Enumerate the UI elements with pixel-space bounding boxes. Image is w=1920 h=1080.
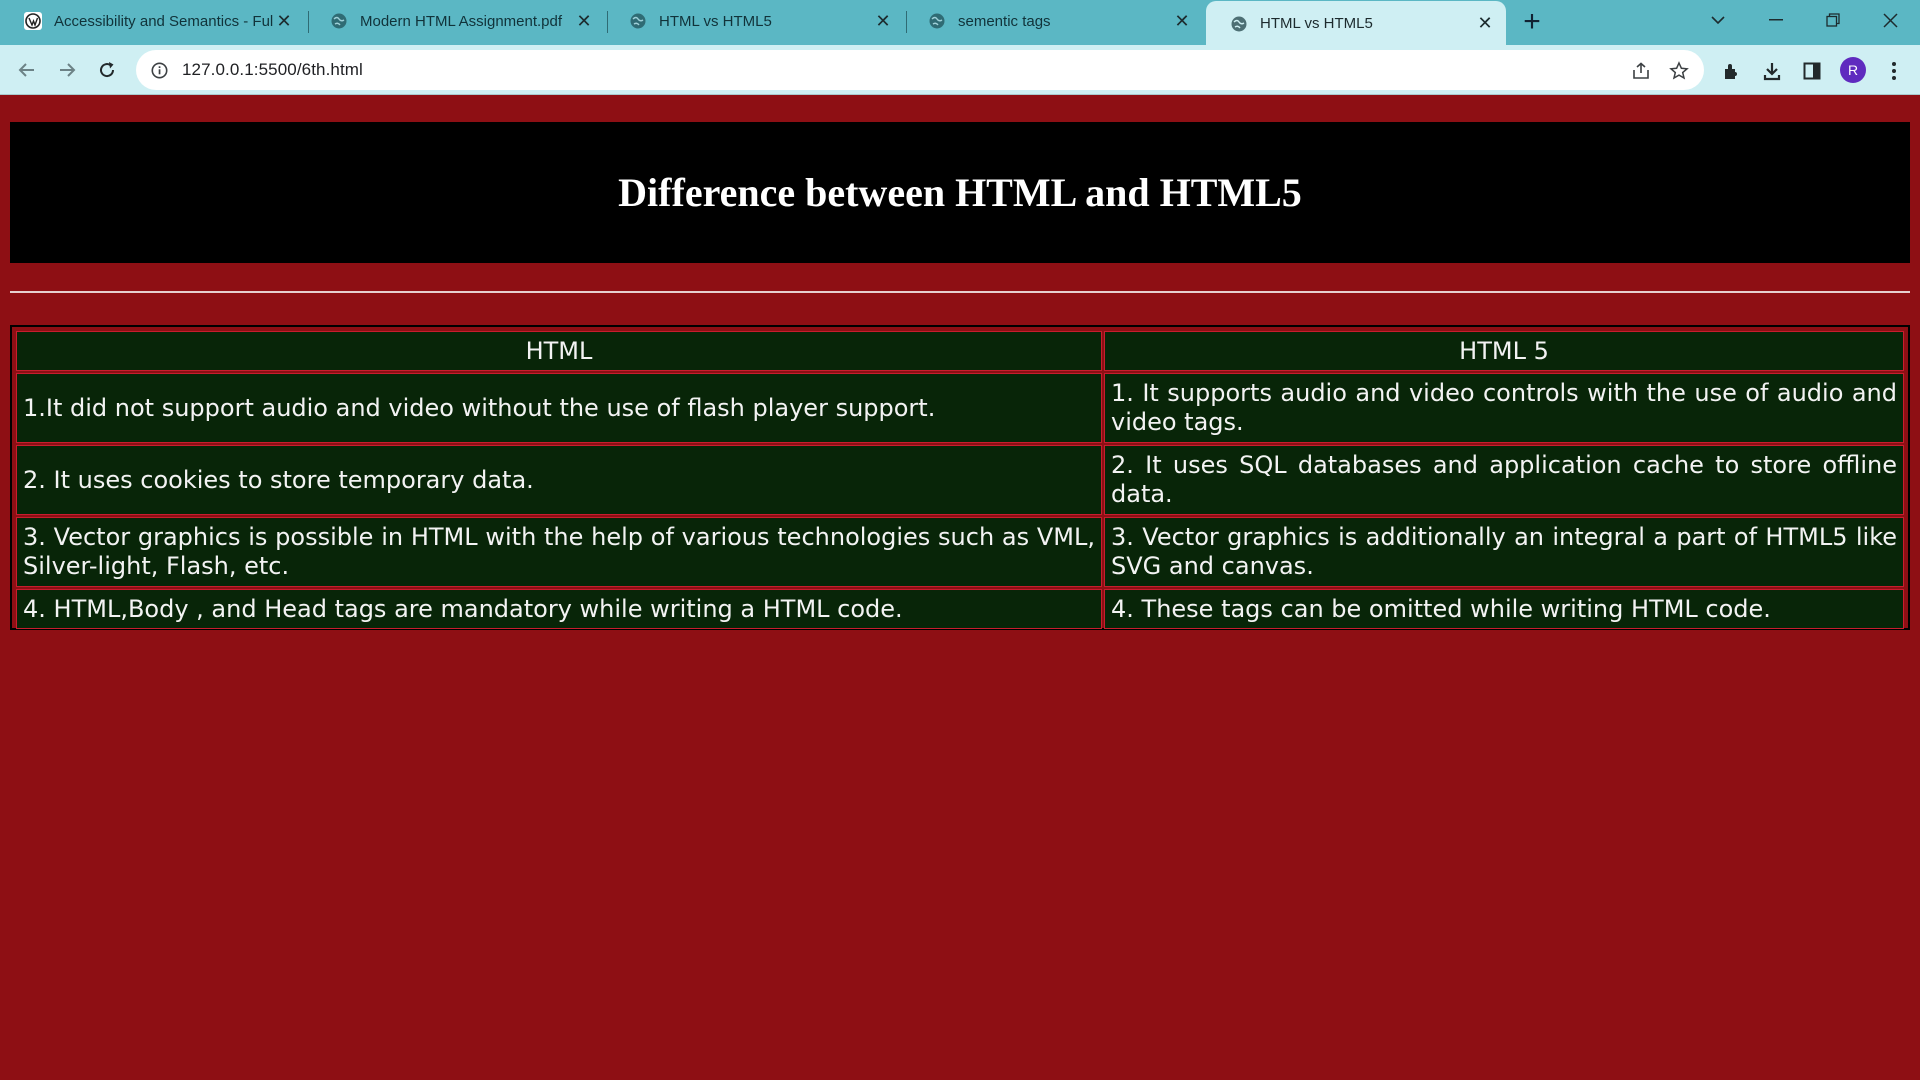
horizontal-rule bbox=[10, 291, 1910, 293]
bookmark-star-icon[interactable] bbox=[1668, 60, 1690, 82]
share-icon[interactable] bbox=[1630, 60, 1652, 82]
close-window-icon[interactable] bbox=[1862, 0, 1918, 40]
page-title: Difference between HTML and HTML5 bbox=[618, 170, 1302, 215]
tab-title: HTML vs HTML5 bbox=[659, 12, 772, 30]
tab-html-vs-html5[interactable]: HTML vs HTML5 ✕ bbox=[605, 0, 904, 42]
table-row: 1.It did not support audio and video wit… bbox=[16, 373, 1904, 443]
table-header-row: HTML HTML 5 bbox=[16, 331, 1904, 371]
table-cell-html: 2. It uses cookies to store temporary da… bbox=[16, 445, 1102, 515]
tab-sementic-tags[interactable]: sementic tags ✕ bbox=[904, 0, 1203, 42]
more-menu-icon[interactable] bbox=[1882, 59, 1906, 83]
close-tab-icon[interactable]: ✕ bbox=[273, 10, 295, 32]
extensions-icon[interactable] bbox=[1720, 59, 1744, 83]
tab-html-vs-html5-active[interactable]: HTML vs HTML5 ✕ bbox=[1206, 1, 1506, 46]
table-row: 2. It uses cookies to store temporary da… bbox=[16, 445, 1904, 515]
tab-title: HTML vs HTML5 bbox=[1260, 15, 1373, 32]
browser-toolbar: 127.0.0.1:5500/6th.html R bbox=[0, 45, 1920, 95]
tab-strip: Accessibility and Semantics - Full ✕ Mod… bbox=[0, 0, 1920, 46]
table-cell-html: 3. Vector graphics is possible in HTML w… bbox=[16, 517, 1102, 587]
close-tab-icon[interactable]: ✕ bbox=[573, 10, 595, 32]
table-row: 3. Vector graphics is possible in HTML w… bbox=[16, 517, 1904, 587]
url-text: 127.0.0.1:5500/6th.html bbox=[182, 60, 363, 79]
wordpress-icon bbox=[24, 12, 42, 30]
table-cell-html5: 4. These tags can be omitted while writi… bbox=[1104, 589, 1904, 629]
tab-title: Modern HTML Assignment.pdf bbox=[360, 12, 563, 30]
table-cell-html: 1.It did not support audio and video wit… bbox=[16, 373, 1102, 443]
comparison-table-wrapper: HTML HTML 5 1.It did not support audio a… bbox=[10, 325, 1910, 630]
comparison-table: HTML HTML 5 1.It did not support audio a… bbox=[14, 329, 1906, 631]
tab-search-icon[interactable] bbox=[1690, 0, 1746, 40]
tab-title: sementic tags bbox=[958, 12, 1051, 30]
table-row: 4. HTML,Body , and Head tags are mandato… bbox=[16, 589, 1904, 629]
close-tab-icon[interactable]: ✕ bbox=[1474, 13, 1496, 35]
column-header-html5: HTML 5 bbox=[1104, 331, 1904, 371]
close-tab-icon[interactable]: ✕ bbox=[1171, 10, 1193, 32]
reload-icon[interactable] bbox=[90, 53, 124, 87]
table-cell-html5: 2. It uses SQL databases and application… bbox=[1104, 445, 1904, 515]
site-info-icon[interactable] bbox=[150, 61, 168, 79]
globe-icon bbox=[330, 12, 348, 30]
restore-icon[interactable] bbox=[1805, 0, 1861, 40]
profile-avatar[interactable]: R bbox=[1840, 57, 1866, 83]
page-viewport: Difference between HTML and HTML5 HTML H… bbox=[0, 96, 1920, 1080]
tab-modern-html-assignment[interactable]: Modern HTML Assignment.pdf ✕ bbox=[306, 0, 605, 42]
globe-icon bbox=[928, 12, 946, 30]
table-cell-html5: 1. It supports audio and video controls … bbox=[1104, 373, 1904, 443]
tab-title: Accessibility and Semantics - Full bbox=[54, 12, 273, 30]
new-tab-button[interactable]: + bbox=[1516, 5, 1548, 38]
globe-icon bbox=[1230, 15, 1248, 33]
globe-icon bbox=[629, 12, 647, 30]
tab-accessibility[interactable]: Accessibility and Semantics - Full ✕ bbox=[0, 0, 305, 42]
back-arrow-icon[interactable] bbox=[10, 53, 44, 87]
table-cell-html: 4. HTML,Body , and Head tags are mandato… bbox=[16, 589, 1102, 629]
minimize-icon[interactable] bbox=[1748, 0, 1804, 40]
close-tab-icon[interactable]: ✕ bbox=[872, 10, 894, 32]
download-icon[interactable] bbox=[1760, 59, 1784, 83]
column-header-html: HTML bbox=[16, 331, 1102, 371]
forward-arrow-icon[interactable] bbox=[50, 53, 84, 87]
side-panel-icon[interactable] bbox=[1800, 59, 1824, 83]
table-cell-html5: 3. Vector graphics is additionally an in… bbox=[1104, 517, 1904, 587]
address-bar[interactable]: 127.0.0.1:5500/6th.html bbox=[136, 50, 1704, 90]
page-header: Difference between HTML and HTML5 bbox=[10, 122, 1910, 263]
